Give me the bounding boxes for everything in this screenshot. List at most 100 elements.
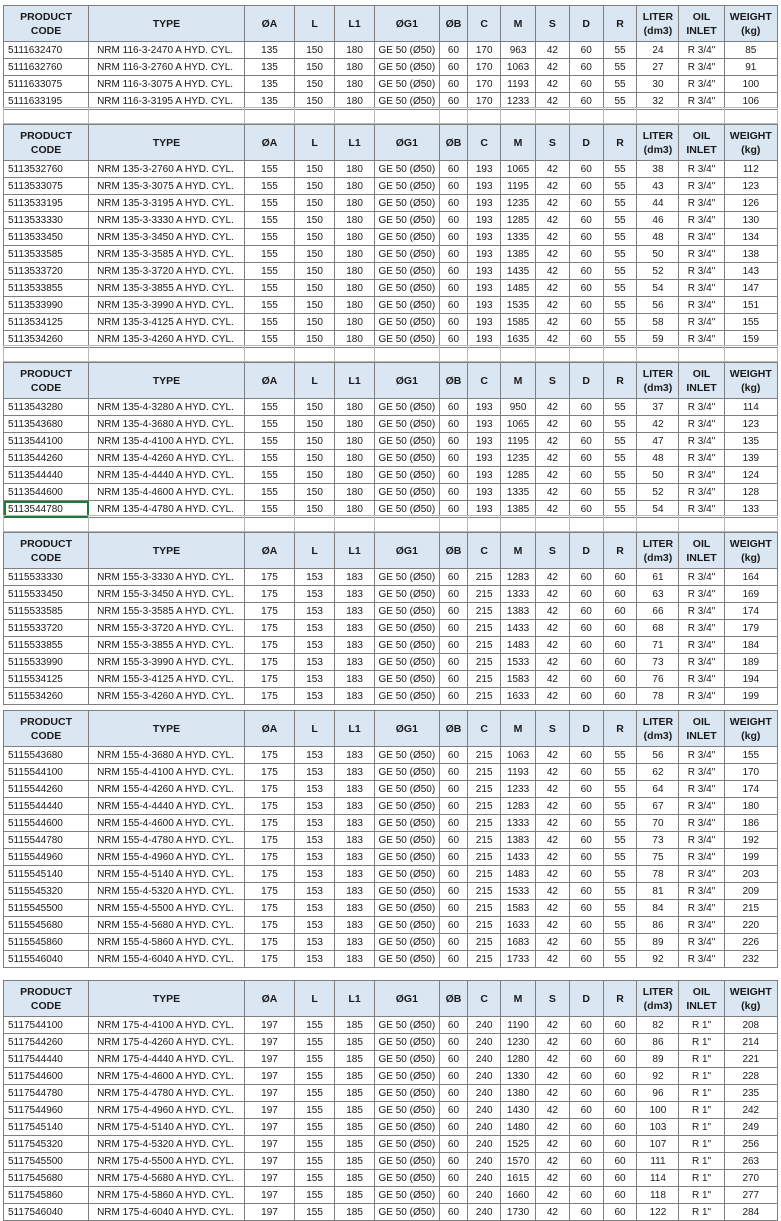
cell-oil-inlet[interactable]: R 3/4" xyxy=(678,279,725,297)
cell-dia-b[interactable]: 60 xyxy=(438,585,469,603)
cell-dia-g1[interactable]: GE 50 (Ø50) xyxy=(374,865,440,883)
cell-weight[interactable]: 189 xyxy=(723,653,779,671)
cell-c[interactable]: 240 xyxy=(467,1033,502,1051)
cell-dia-g1[interactable]: GE 50 (Ø50) xyxy=(374,653,440,671)
cell-s[interactable]: 42 xyxy=(534,831,570,849)
cell-liter[interactable]: 100 xyxy=(636,1101,680,1119)
cell-weight[interactable]: 164 xyxy=(723,568,779,586)
cell-dia-b[interactable]: 60 xyxy=(438,670,469,688)
cell-d[interactable]: 60 xyxy=(568,415,604,433)
cell-r[interactable]: 55 xyxy=(602,58,638,76)
cell-oil-inlet[interactable]: R 1" xyxy=(678,1067,725,1085)
cell-product-code[interactable]: 5113533450 xyxy=(2,228,90,246)
cell-product-code[interactable]: 5115544780 xyxy=(2,831,90,849)
cell-weight[interactable]: 199 xyxy=(723,687,779,705)
cell-liter[interactable]: 89 xyxy=(636,933,680,951)
cell-liter[interactable]: 47 xyxy=(636,432,680,450)
cell-liter[interactable]: 44 xyxy=(636,194,680,212)
cell-d[interactable]: 60 xyxy=(568,211,604,229)
cell-weight[interactable]: 151 xyxy=(723,296,779,314)
cell-c[interactable]: 240 xyxy=(467,1101,502,1119)
cell-product-code[interactable]: 5115533990 xyxy=(2,653,90,671)
cell-d[interactable]: 60 xyxy=(568,763,604,781)
cell-dia-a[interactable]: 175 xyxy=(243,899,296,917)
cell-dia-b[interactable]: 60 xyxy=(438,950,469,968)
cell-dia-a[interactable]: 175 xyxy=(243,763,296,781)
cell-weight[interactable]: 220 xyxy=(723,916,779,934)
cell-product-code[interactable]: 5113533585 xyxy=(2,245,90,263)
cell-dia-a[interactable]: 197 xyxy=(243,1152,296,1170)
cell-dia-a[interactable]: 197 xyxy=(243,1084,296,1102)
cell-type[interactable]: NRM 135-3-3450 A HYD. CYL. xyxy=(88,228,245,246)
cell-dia-b[interactable]: 60 xyxy=(438,814,469,832)
cell-l1[interactable]: 183 xyxy=(334,585,376,603)
cell-product-code[interactable]: 5113543680 xyxy=(2,415,90,433)
cell-type[interactable]: NRM 155-4-5320 A HYD. CYL. xyxy=(88,882,245,900)
cell-r[interactable]: 55 xyxy=(602,296,638,314)
cell-dia-b[interactable]: 60 xyxy=(438,1033,469,1051)
cell-type[interactable]: NRM 155-4-4960 A HYD. CYL. xyxy=(88,848,245,866)
cell-type[interactable]: NRM 175-4-4260 A HYD. CYL. xyxy=(88,1033,245,1051)
cell-s[interactable]: 42 xyxy=(534,398,570,416)
cell-l1[interactable]: 185 xyxy=(334,1084,376,1102)
cell-type[interactable]: NRM 135-3-3855 A HYD. CYL. xyxy=(88,279,245,297)
cell-s[interactable]: 42 xyxy=(534,568,570,586)
cell-oil-inlet[interactable]: R 3/4" xyxy=(678,415,725,433)
cell-liter[interactable]: 24 xyxy=(636,41,680,59)
cell-product-code[interactable]: 5115545500 xyxy=(2,899,90,917)
cell-oil-inlet[interactable]: R 3/4" xyxy=(678,687,725,705)
cell-weight[interactable]: 232 xyxy=(723,950,779,968)
cell-s[interactable]: 42 xyxy=(534,58,570,76)
cell-dia-g1[interactable]: GE 50 (Ø50) xyxy=(374,1203,440,1221)
cell-c[interactable]: 215 xyxy=(467,653,502,671)
cell-oil-inlet[interactable]: R 3/4" xyxy=(678,296,725,314)
cell-m[interactable]: 1335 xyxy=(500,483,536,501)
cell-dia-a[interactable]: 175 xyxy=(243,568,296,586)
cell-liter[interactable]: 92 xyxy=(636,1067,680,1085)
cell-dia-g1[interactable]: GE 50 (Ø50) xyxy=(374,1050,440,1068)
cell-liter[interactable]: 52 xyxy=(636,262,680,280)
cell-dia-b[interactable]: 60 xyxy=(438,1203,469,1221)
cell-dia-b[interactable]: 60 xyxy=(438,160,469,178)
cell-product-code[interactable]: 5117544260 xyxy=(2,1033,90,1051)
cell-s[interactable]: 42 xyxy=(534,245,570,263)
cell-l1[interactable]: 180 xyxy=(334,194,376,212)
cell-c[interactable]: 215 xyxy=(467,585,502,603)
cell-dia-g1[interactable]: GE 50 (Ø50) xyxy=(374,58,440,76)
cell-l1[interactable]: 180 xyxy=(334,177,376,195)
cell-dia-b[interactable]: 60 xyxy=(438,933,469,951)
cell-product-code[interactable]: 5117544600 xyxy=(2,1067,90,1085)
cell-m[interactable]: 1235 xyxy=(500,194,536,212)
cell-r[interactable]: 60 xyxy=(602,585,638,603)
cell-m[interactable]: 1230 xyxy=(500,1033,536,1051)
cell-d[interactable]: 60 xyxy=(568,619,604,637)
cell-s[interactable]: 42 xyxy=(534,194,570,212)
cell-m[interactable]: 1195 xyxy=(500,177,536,195)
cell-l[interactable]: 150 xyxy=(294,228,336,246)
cell-dia-b[interactable]: 60 xyxy=(438,1186,469,1204)
cell-dia-b[interactable]: 60 xyxy=(438,279,469,297)
cell-r[interactable]: 60 xyxy=(602,1169,638,1187)
cell-s[interactable]: 42 xyxy=(534,763,570,781)
cell-m[interactable]: 1430 xyxy=(500,1101,536,1119)
cell-s[interactable]: 42 xyxy=(534,899,570,917)
cell-dia-g1[interactable]: GE 50 (Ø50) xyxy=(374,1169,440,1187)
cell-l1[interactable]: 183 xyxy=(334,831,376,849)
cell-s[interactable]: 42 xyxy=(534,636,570,654)
cell-r[interactable]: 55 xyxy=(602,933,638,951)
cell-l[interactable]: 155 xyxy=(294,1152,336,1170)
cell-product-code[interactable]: 5115543680 xyxy=(2,746,90,764)
cell-oil-inlet[interactable]: R 3/4" xyxy=(678,831,725,849)
cell-l[interactable]: 150 xyxy=(294,398,336,416)
cell-l[interactable]: 150 xyxy=(294,75,336,93)
cell-m[interactable]: 1063 xyxy=(500,58,536,76)
cell-r[interactable]: 60 xyxy=(602,636,638,654)
cell-l1[interactable]: 180 xyxy=(334,228,376,246)
cell-dia-b[interactable]: 60 xyxy=(438,780,469,798)
cell-d[interactable]: 60 xyxy=(568,466,604,484)
cell-s[interactable]: 42 xyxy=(534,1135,570,1153)
cell-dia-b[interactable]: 60 xyxy=(438,483,469,501)
cell-c[interactable]: 240 xyxy=(467,1067,502,1085)
cell-l1[interactable]: 180 xyxy=(334,313,376,331)
cell-dia-a[interactable]: 197 xyxy=(243,1203,296,1221)
